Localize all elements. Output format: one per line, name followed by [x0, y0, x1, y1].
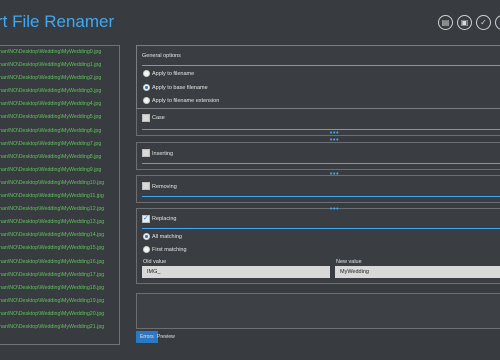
file-list-item[interactable]: nan\NO\Desktop\Wedding\MyWedding11.jpg — [0, 190, 119, 203]
file-list-item[interactable]: nan\NO\Desktop\Wedding\MyWedding0.jpg — [0, 46, 119, 59]
close-button[interactable]: ✕ — [495, 15, 500, 30]
removing-panel: Removing ••• — [136, 171, 500, 203]
file-list-item[interactable]: nan\NO\Desktop\Wedding\MyWedding13.jpg — [0, 216, 119, 229]
open-folder-button[interactable]: ▤ — [438, 15, 453, 30]
file-list-item[interactable]: nan\NO\Desktop\Wedding\MyWedding7.jpg — [0, 138, 119, 151]
case-checkbox[interactable] — [142, 114, 150, 122]
file-list-item[interactable]: nan\NO\Desktop\Wedding\MyWedding15.jpg — [0, 242, 119, 255]
file-list-item[interactable]: nan\NO\Desktop\Wedding\MyWedding1.jpg — [0, 59, 119, 72]
replacing-label: Replacing — [152, 216, 177, 222]
general-options-underline — [142, 65, 500, 66]
save-button[interactable]: ▣ — [457, 15, 472, 30]
case-panel: Case ••• — [136, 109, 500, 137]
file-list-item[interactable]: nan\NO\Desktop\Wedding\MyWedding5.jpg — [0, 111, 119, 124]
all-matching-label: All matching — [152, 234, 182, 240]
file-list-item[interactable]: nan\NO\Desktop\Wedding\MyWedding21.jpg — [0, 321, 119, 334]
apply-to-base-filename-label: Apply to base filename — [152, 85, 208, 91]
app-title: rt File Renamer — [0, 12, 115, 31]
output-panel — [136, 293, 500, 329]
inserting-checkbox[interactable] — [142, 149, 150, 157]
apply-to-filename-radio[interactable] — [143, 70, 150, 77]
replacing-underline — [142, 228, 500, 229]
replacing-checkbox[interactable] — [142, 214, 150, 223]
first-matching-label: First matching — [152, 247, 187, 253]
removing-checkbox[interactable] — [142, 182, 150, 190]
save-icon: ▣ — [460, 17, 469, 27]
file-list-item[interactable]: nan\NO\Desktop\Wedding\MyWedding18.jpg — [0, 282, 119, 295]
general-options-panel: General options Apply to filename Apply … — [136, 45, 500, 109]
general-options-title: General options — [142, 53, 181, 59]
removing-label: Removing — [152, 184, 177, 190]
file-list-item[interactable]: nan\NO\Desktop\Wedding\MyWedding8.jpg — [0, 151, 119, 164]
new-value-input[interactable]: MyWedding — [335, 266, 500, 278]
tab-preview[interactable]: Preview — [153, 331, 179, 343]
apply-to-extension-radio[interactable] — [143, 97, 150, 104]
file-list-item[interactable]: nan\NO\Desktop\Wedding\MyWedding2.jpg — [0, 72, 119, 85]
case-label: Case — [152, 115, 165, 121]
file-list-item[interactable]: nan\NO\Desktop\Wedding\MyWedding9.jpg — [0, 164, 119, 177]
file-list-item[interactable]: nan\NO\Desktop\Wedding\MyWedding19.jpg — [0, 295, 119, 308]
apply-to-filename-label: Apply to filename — [152, 71, 195, 77]
file-list-item[interactable]: nan\NO\Desktop\Wedding\MyWedding20.jpg — [0, 308, 119, 321]
apply-to-extension-label: Apply to filename extension — [152, 98, 220, 104]
file-list-item[interactable]: nan\NO\Desktop\Wedding\MyWedding6.jpg — [0, 125, 119, 138]
check-icon: ✓ — [480, 17, 487, 27]
all-matching-radio[interactable] — [143, 233, 150, 240]
first-matching-radio[interactable] — [143, 246, 150, 253]
apply-button[interactable]: ✓ — [476, 15, 491, 30]
case-expander[interactable]: ••• — [329, 130, 339, 137]
replacing-panel: ••• Replacing All matching First matchin… — [136, 206, 500, 284]
removing-underline — [142, 196, 500, 197]
replacing-expander[interactable]: ••• — [329, 206, 339, 213]
inserting-panel: Inserting ••• — [136, 137, 500, 170]
file-list[interactable]: nan\NO\Desktop\Wedding\MyWedding0.jpg nan… — [0, 45, 120, 345]
file-list-item[interactable]: nan\NO\Desktop\Wedding\MyWedding3.jpg — [0, 85, 119, 98]
new-value-label: New value — [336, 259, 362, 265]
old-value-label: Old value — [143, 259, 167, 265]
old-value-input[interactable]: IMG_ — [142, 266, 330, 278]
apply-to-base-filename-radio[interactable] — [143, 84, 150, 91]
inserting-underline — [142, 163, 500, 164]
inserting-expander[interactable]: ••• — [329, 137, 339, 144]
case-underline — [142, 129, 500, 130]
file-list-item[interactable]: nan\NO\Desktop\Wedding\MyWedding16.jpg — [0, 256, 119, 269]
inserting-label: Inserting — [152, 151, 174, 157]
folder-icon: ▤ — [441, 17, 450, 27]
file-list-item[interactable]: nan\NO\Desktop\Wedding\MyWedding4.jpg — [0, 98, 119, 111]
file-list-item[interactable]: nan\NO\Desktop\Wedding\MyWedding17.jpg — [0, 269, 119, 282]
file-list-item[interactable]: nan\NO\Desktop\Wedding\MyWedding14.jpg — [0, 229, 119, 242]
removing-expander[interactable]: ••• — [329, 171, 339, 178]
file-list-item[interactable]: nan\NO\Desktop\Wedding\MyWedding12.jpg — [0, 203, 119, 216]
file-list-item[interactable]: nan\NO\Desktop\Wedding\MyWedding10.jpg — [0, 177, 119, 190]
